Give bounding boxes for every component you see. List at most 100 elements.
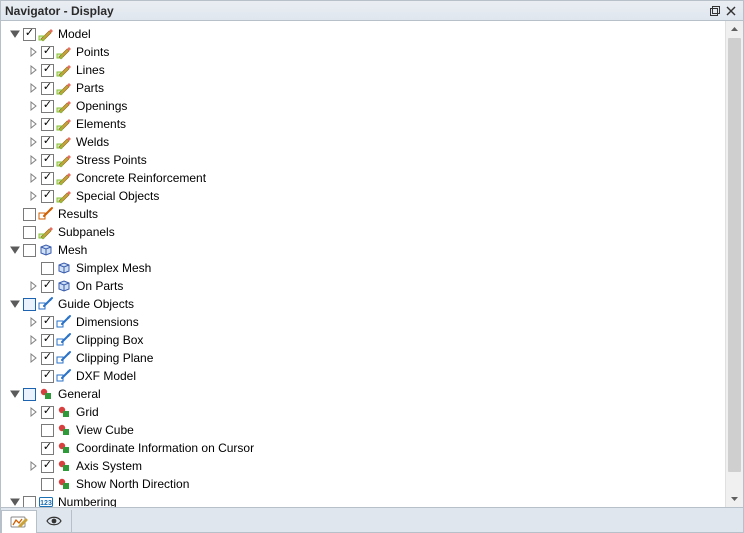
visibility-checkbox[interactable] bbox=[41, 478, 54, 491]
expand-toggle-icon[interactable] bbox=[27, 172, 39, 184]
visibility-checkbox[interactable] bbox=[23, 226, 36, 239]
collapse-toggle-icon[interactable] bbox=[9, 298, 21, 310]
pencil-green-icon bbox=[56, 116, 72, 132]
collapse-toggle-icon[interactable] bbox=[9, 28, 21, 40]
visibility-checkbox[interactable] bbox=[23, 496, 36, 508]
tree-item-label[interactable]: Lines bbox=[74, 63, 105, 77]
tree-item-label[interactable]: Subpanels bbox=[56, 225, 115, 239]
expand-toggle-icon[interactable] bbox=[27, 100, 39, 112]
visibility-checkbox[interactable] bbox=[41, 370, 54, 383]
visibility-checkbox[interactable] bbox=[41, 316, 54, 329]
collapse-toggle-icon[interactable] bbox=[9, 388, 21, 400]
expand-toggle-icon[interactable] bbox=[27, 82, 39, 94]
visibility-checkbox[interactable] bbox=[41, 424, 54, 437]
expand-toggle-icon[interactable] bbox=[27, 460, 39, 472]
tree-item-label[interactable]: Openings bbox=[74, 99, 127, 113]
visibility-checkbox[interactable] bbox=[41, 262, 54, 275]
expand-toggle-icon[interactable] bbox=[27, 406, 39, 418]
expand-toggle-icon[interactable] bbox=[27, 46, 39, 58]
visibility-checkbox[interactable] bbox=[41, 460, 54, 473]
tree-item-label[interactable]: Dimensions bbox=[74, 315, 139, 329]
tree-item-label[interactable]: Results bbox=[56, 207, 98, 221]
visibility-checkbox[interactable] bbox=[23, 388, 36, 401]
tab-visibility[interactable] bbox=[37, 510, 72, 532]
visibility-checkbox[interactable] bbox=[41, 406, 54, 419]
tree-item-label[interactable]: Numbering bbox=[56, 495, 117, 507]
visibility-checkbox[interactable] bbox=[23, 28, 36, 41]
expand-toggle-icon[interactable] bbox=[27, 64, 39, 76]
visibility-checkbox[interactable] bbox=[41, 154, 54, 167]
tree-item-label[interactable]: Coordinate Information on Cursor bbox=[74, 441, 254, 455]
tree-item-label[interactable]: Simplex Mesh bbox=[74, 261, 151, 275]
guide-pointer-icon bbox=[38, 296, 54, 312]
tree-item-label[interactable]: Guide Objects bbox=[56, 297, 134, 311]
restore-button[interactable] bbox=[707, 3, 723, 19]
pencil-green-icon bbox=[56, 152, 72, 168]
close-button[interactable] bbox=[723, 3, 739, 19]
tree-item-label[interactable]: View Cube bbox=[74, 423, 134, 437]
visibility-checkbox[interactable] bbox=[23, 208, 36, 221]
tree-item-label[interactable]: Welds bbox=[74, 135, 109, 149]
tree-item-label[interactable]: Concrete Reinforcement bbox=[74, 171, 206, 185]
shapes-icon bbox=[56, 404, 72, 420]
tree-item-label[interactable]: Model bbox=[56, 27, 91, 41]
visibility-checkbox[interactable] bbox=[41, 64, 54, 77]
collapse-toggle-icon[interactable] bbox=[9, 496, 21, 507]
guide-pointer-icon bbox=[56, 314, 72, 330]
display-tree: Model Points Lines Parts Opening bbox=[1, 21, 725, 507]
tree-item-label[interactable]: Show North Direction bbox=[74, 477, 189, 491]
tree-row: General bbox=[3, 385, 725, 403]
visibility-checkbox[interactable] bbox=[41, 46, 54, 59]
tree-item-label[interactable]: General bbox=[56, 387, 101, 401]
tree-item-label[interactable]: Points bbox=[74, 45, 109, 59]
navigator-display-panel: Navigator - Display Model Points bbox=[0, 0, 744, 533]
tree-item-label[interactable]: Axis System bbox=[74, 459, 142, 473]
tree-item-label[interactable]: Mesh bbox=[56, 243, 87, 257]
tree-item-label[interactable]: Elements bbox=[74, 117, 126, 131]
visibility-checkbox[interactable] bbox=[41, 172, 54, 185]
tree-item-label[interactable]: On Parts bbox=[74, 279, 123, 293]
visibility-checkbox[interactable] bbox=[41, 334, 54, 347]
visibility-checkbox[interactable] bbox=[41, 190, 54, 203]
tree-row: Coordinate Information on Cursor bbox=[3, 439, 725, 457]
expand-toggle-icon[interactable] bbox=[27, 190, 39, 202]
tree-item-label[interactable]: Clipping Box bbox=[74, 333, 143, 347]
visibility-checkbox[interactable] bbox=[41, 136, 54, 149]
tree-item-label[interactable]: Special Objects bbox=[74, 189, 159, 203]
tab-display-settings[interactable] bbox=[1, 510, 37, 533]
guide-pointer-icon bbox=[56, 332, 72, 348]
expand-toggle-icon[interactable] bbox=[27, 316, 39, 328]
collapse-toggle-icon[interactable] bbox=[9, 244, 21, 256]
mesh-cube-icon bbox=[56, 260, 72, 276]
vertical-scrollbar[interactable] bbox=[725, 21, 743, 507]
tree-row: Parts bbox=[3, 79, 725, 97]
shapes-icon bbox=[38, 386, 54, 402]
visibility-checkbox[interactable] bbox=[41, 442, 54, 455]
tree-row: Show North Direction bbox=[3, 475, 725, 493]
visibility-checkbox[interactable] bbox=[41, 352, 54, 365]
pencil-green-icon bbox=[56, 188, 72, 204]
visibility-checkbox[interactable] bbox=[23, 298, 36, 311]
expand-toggle-icon[interactable] bbox=[27, 334, 39, 346]
visibility-checkbox[interactable] bbox=[41, 280, 54, 293]
visibility-checkbox[interactable] bbox=[41, 82, 54, 95]
scroll-thumb[interactable] bbox=[728, 38, 741, 472]
expand-toggle-icon[interactable] bbox=[27, 118, 39, 130]
pencil-green-icon bbox=[38, 26, 54, 42]
visibility-checkbox[interactable] bbox=[41, 118, 54, 131]
expand-toggle-icon[interactable] bbox=[27, 154, 39, 166]
tree-item-label[interactable]: Stress Points bbox=[74, 153, 147, 167]
scroll-track[interactable] bbox=[726, 38, 743, 490]
visibility-checkbox[interactable] bbox=[23, 244, 36, 257]
expand-toggle-icon[interactable] bbox=[27, 352, 39, 364]
tree-item-label[interactable]: DXF Model bbox=[74, 369, 136, 383]
scroll-up-button[interactable] bbox=[726, 21, 743, 38]
tree-item-label[interactable]: Clipping Plane bbox=[74, 351, 153, 365]
visibility-checkbox[interactable] bbox=[41, 100, 54, 113]
tree-container: Model Points Lines Parts Opening bbox=[1, 21, 743, 507]
tree-item-label[interactable]: Grid bbox=[74, 405, 99, 419]
scroll-down-button[interactable] bbox=[726, 490, 743, 507]
tree-item-label[interactable]: Parts bbox=[74, 81, 104, 95]
expand-toggle-icon[interactable] bbox=[27, 136, 39, 148]
expand-toggle-icon[interactable] bbox=[27, 280, 39, 292]
